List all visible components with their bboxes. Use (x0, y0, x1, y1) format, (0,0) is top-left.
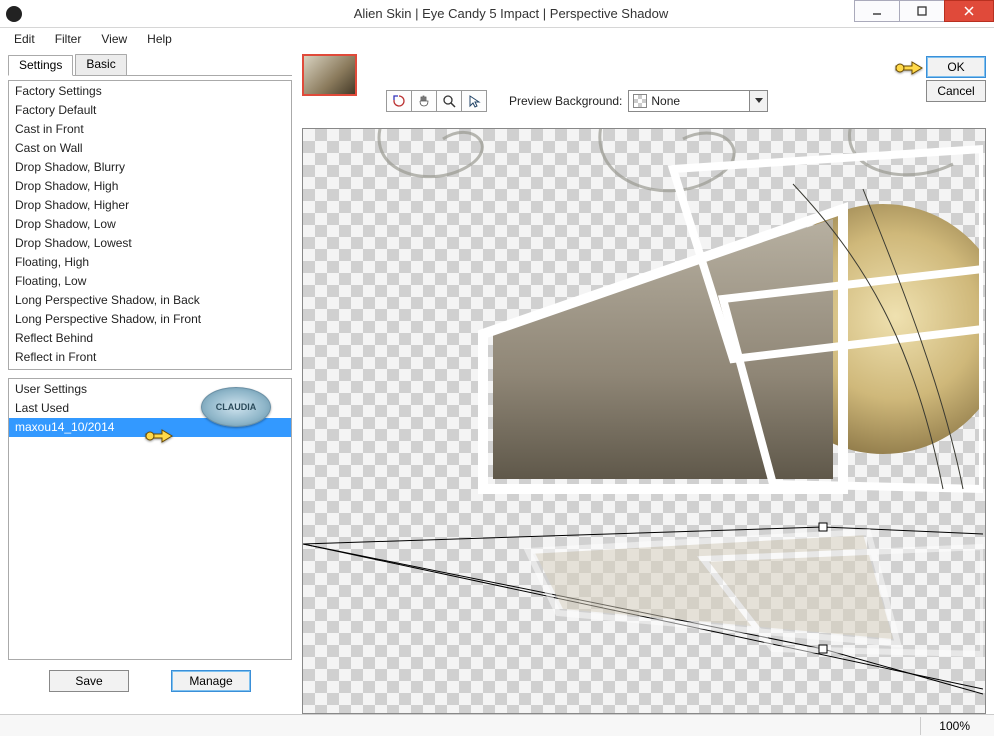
menu-bar: Edit Filter View Help (0, 28, 994, 50)
tab-basic[interactable]: Basic (75, 54, 126, 75)
user-settings-panel: User Settings Last Used maxou14_10/2014 … (8, 378, 292, 660)
factory-settings-header: Factory Settings (9, 81, 291, 101)
list-item[interactable]: Factory Default (9, 101, 291, 120)
preview-bg-select[interactable]: None (628, 90, 768, 112)
factory-settings-list[interactable]: Factory Settings Factory Default Cast in… (9, 81, 291, 369)
preview-bg-label: Preview Background: (509, 94, 622, 108)
tutorial-pointer-icon (894, 56, 924, 81)
ok-button[interactable]: OK (926, 56, 986, 78)
tab-row: Settings Basic (8, 54, 292, 76)
tool-icons (387, 90, 487, 112)
menu-view[interactable]: View (93, 30, 135, 48)
tab-settings[interactable]: Settings (8, 55, 73, 76)
author-badge: CLAUDIA (201, 387, 271, 427)
close-button[interactable] (944, 0, 994, 22)
list-item[interactable]: Cast on Wall (9, 139, 291, 158)
preview-canvas[interactable] (302, 128, 986, 714)
list-item[interactable]: Long Perspective Shadow, in Back (9, 291, 291, 310)
menu-filter[interactable]: Filter (47, 30, 90, 48)
transparency-swatch-icon (633, 94, 647, 108)
preview-bg-value: None (651, 94, 680, 108)
badge-label: CLAUDIA (201, 387, 271, 427)
list-item[interactable]: Reflect in Front (9, 348, 291, 367)
list-item[interactable]: Drop Shadow, Higher (9, 196, 291, 215)
pan-icon[interactable] (411, 90, 437, 112)
save-button[interactable]: Save (49, 670, 129, 692)
list-item[interactable]: Reflect in Front - Faint (9, 367, 291, 369)
app-icon (6, 6, 22, 22)
list-item[interactable]: Drop Shadow, Blurry (9, 158, 291, 177)
list-item[interactable]: Drop Shadow, Lowest (9, 234, 291, 253)
pointer-icon[interactable] (461, 90, 487, 112)
tutorial-pointer-icon (144, 424, 174, 449)
menu-edit[interactable]: Edit (6, 30, 43, 48)
rotate-icon[interactable] (386, 90, 412, 112)
list-item[interactable]: Drop Shadow, High (9, 177, 291, 196)
list-item[interactable]: Drop Shadow, Low (9, 215, 291, 234)
chevron-down-icon (749, 91, 767, 111)
maximize-button[interactable] (899, 0, 945, 22)
title-bar: Alien Skin | Eye Candy 5 Impact | Perspe… (0, 0, 994, 28)
menu-help[interactable]: Help (139, 30, 180, 48)
cancel-button[interactable]: Cancel (926, 80, 986, 102)
minimize-button[interactable] (854, 0, 900, 22)
settings-buttons: Save Manage (8, 670, 292, 692)
window-title: Alien Skin | Eye Candy 5 Impact | Perspe… (28, 6, 994, 21)
list-item[interactable]: Long Perspective Shadow, in Front (9, 310, 291, 329)
list-item[interactable]: Floating, High (9, 253, 291, 272)
manage-button[interactable]: Manage (171, 670, 251, 692)
list-item[interactable]: Reflect Behind (9, 329, 291, 348)
zoom-level: 100% (920, 717, 988, 735)
zoom-icon[interactable] (436, 90, 462, 112)
factory-settings-panel: Factory Settings Factory Default Cast in… (8, 80, 292, 370)
list-item[interactable]: Floating, Low (9, 272, 291, 291)
status-bar: 100% (0, 714, 994, 736)
window-controls (855, 0, 994, 22)
preview-thumbnail[interactable] (302, 54, 357, 96)
list-item[interactable]: Cast in Front (9, 120, 291, 139)
